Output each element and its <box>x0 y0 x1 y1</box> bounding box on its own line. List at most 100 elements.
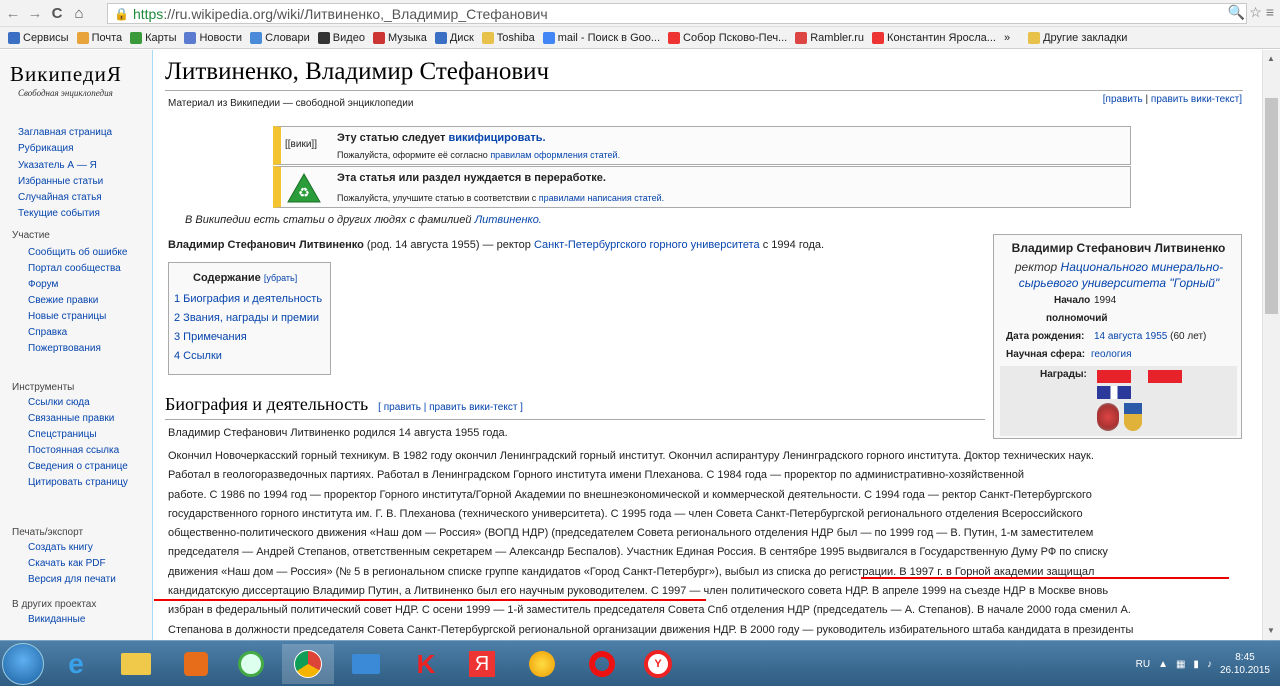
award-ribbon-icon[interactable] <box>1148 370 1182 383</box>
medal-icon[interactable] <box>1097 403 1119 431</box>
bookmark-item[interactable]: » <box>1004 32 1010 44</box>
bookmark-item[interactable]: Другие закладки <box>1028 31 1127 44</box>
clock[interactable]: 8:45 26.10.2015 <box>1220 651 1270 677</box>
sidebar-link[interactable]: Версия для печати <box>28 574 116 585</box>
kaspersky-icon[interactable]: K <box>400 644 452 684</box>
sidebar-link[interactable]: Пожертвования <box>28 343 101 354</box>
sidebar-link[interactable]: Форум <box>28 279 58 290</box>
toc-item[interactable]: 3 Примечания <box>174 331 247 343</box>
bookmark-item[interactable]: Константин Яросла... <box>872 31 996 44</box>
sidebar-link[interactable]: Цитировать страницу <box>28 477 128 488</box>
page-title: Литвиненко, Владимир Стефанович <box>165 58 550 85</box>
explorer-icon[interactable] <box>110 644 162 684</box>
zoom-icon[interactable]: 🔍 <box>1228 4 1245 21</box>
bookmark-label: Сервисы <box>23 31 69 44</box>
app-icon[interactable] <box>516 644 568 684</box>
bookmark-item[interactable]: Диск <box>434 31 474 44</box>
toc-title-text: Содержание <box>193 272 261 284</box>
bookmark-item[interactable]: Словари <box>250 31 310 44</box>
edit-wikitext-link[interactable]: править вики-текст] <box>1151 94 1242 105</box>
wiki-page: ВикипедиЯ Свободная энциклопедия Заглавн… <box>0 50 1262 640</box>
start-button[interactable] <box>2 643 44 685</box>
network-icon[interactable]: ▮ <box>1193 659 1199 670</box>
sidebar-link[interactable]: Случайная статья <box>18 192 102 203</box>
award-ribbon-icon[interactable] <box>1097 386 1131 399</box>
bookmark-item[interactable]: Собор Псково-Печ... <box>668 31 787 44</box>
home-icon[interactable]: ⌂ <box>70 4 88 22</box>
bookmark-item[interactable]: mail - Поиск в Goo... <box>542 31 660 44</box>
volume-icon[interactable]: ♪ <box>1207 659 1212 670</box>
sidebar-link[interactable]: Связанные правки <box>28 413 114 424</box>
sidebar-link[interactable]: Рубрикация <box>18 143 74 154</box>
wiki-logo[interactable]: ВикипедиЯ <box>10 62 122 87</box>
sidebar-link[interactable]: Указатель А — Я <box>18 160 97 171</box>
sidebar-link[interactable]: Свежие правки <box>28 295 98 306</box>
star-icon[interactable]: ☆ <box>1249 4 1262 21</box>
sidebar-link[interactable]: Викиданные <box>28 614 85 625</box>
sidebar-link[interactable]: Сообщить об ошибке <box>28 247 127 258</box>
sidebar: ВикипедиЯ Свободная энциклопедия Заглавн… <box>0 50 152 640</box>
section-edit-link[interactable]: [ править | править вики-текст ] <box>378 402 523 413</box>
page-scrollbar[interactable]: ▲ ▼ <box>1262 50 1280 640</box>
sidebar-link[interactable]: Портал сообщества <box>28 263 121 274</box>
edit-link[interactable]: [править <box>1103 94 1143 105</box>
bookmark-item[interactable]: Карты <box>130 31 176 44</box>
birthdate-link[interactable]: 14 августа 1955 <box>1094 331 1167 342</box>
tray-expand-icon[interactable]: ▲ <box>1158 659 1168 670</box>
toc-item[interactable]: 1 Биография и деятельность <box>174 293 322 305</box>
app-icon[interactable] <box>225 644 277 684</box>
sidebar-link[interactable]: Ссылки сюда <box>28 397 90 408</box>
sidebar-link[interactable]: Постоянная ссылка <box>28 445 119 456</box>
style-rules-link[interactable]: правилам оформления статей. <box>490 150 620 160</box>
bookmark-item[interactable]: Сервисы <box>8 31 69 44</box>
sidebar-link[interactable]: Скачать как PDF <box>28 558 106 569</box>
ie-icon[interactable]: e <box>50 644 102 684</box>
reload-icon[interactable]: C <box>48 4 66 22</box>
bookmark-label: Константин Яросла... <box>887 31 996 44</box>
infobox-value: геология <box>1091 349 1132 360</box>
bookmark-item[interactable]: Музыка <box>372 31 427 44</box>
bookmark-item[interactable]: Rambler.ru <box>795 31 864 44</box>
chrome-icon[interactable] <box>282 644 334 684</box>
language-indicator[interactable]: RU <box>1136 659 1150 670</box>
scroll-thumb[interactable] <box>1265 98 1278 314</box>
toc-item[interactable]: 4 Ссылки <box>174 350 222 362</box>
bookmark-item[interactable]: Видео <box>317 31 365 44</box>
scroll-up-icon[interactable]: ▲ <box>1267 54 1275 63</box>
hatnote-link[interactable]: Литвиненко. <box>475 214 542 226</box>
toc-hide-link[interactable]: [убрать] <box>264 273 297 283</box>
science-link[interactable]: геология <box>1091 349 1132 360</box>
sidebar-link[interactable]: Новые страницы <box>28 311 106 322</box>
opera-icon[interactable] <box>576 644 628 684</box>
sidebar-link[interactable]: Справка <box>28 327 67 338</box>
toc-item[interactable]: 2 Звания, награды и премии <box>174 312 319 324</box>
medal-icon[interactable] <box>1124 403 1142 431</box>
forward-icon[interactable]: → <box>26 4 44 22</box>
yandex-browser-icon[interactable]: Я <box>456 644 508 684</box>
bookmark-item[interactable]: Почта <box>76 31 122 44</box>
bookmark-item[interactable]: Toshiba <box>481 31 535 44</box>
yandex-icon[interactable]: Y <box>632 644 684 684</box>
paragraph: Владимир Стефанович Литвиненко родился 1… <box>168 427 508 439</box>
media-player-icon[interactable] <box>170 644 222 684</box>
sidebar-item: Новые страницы <box>28 309 128 325</box>
sidebar-link[interactable]: Спецстраницы <box>28 429 97 440</box>
sidebar-link[interactable]: Заглавная страница <box>18 127 112 138</box>
scroll-down-icon[interactable]: ▼ <box>1267 626 1275 635</box>
address-bar[interactable]: 🔒 https://ru.wikipedia.org/wiki/Литвинен… <box>107 3 1247 24</box>
sidebar-link[interactable]: Избранные статьи <box>18 176 103 187</box>
back-icon[interactable]: ← <box>4 4 22 22</box>
sidebar-link[interactable]: Текущие события <box>18 208 100 219</box>
menu-icon[interactable]: ≡ <box>1266 4 1274 21</box>
article-content: Литвиненко, Владимир Стефанович Материал… <box>152 50 1262 640</box>
bookmark-item[interactable]: Новости <box>184 31 242 44</box>
bookmark-icon <box>795 31 808 44</box>
university-link[interactable]: Санкт-Петербургского горного университет… <box>534 239 760 251</box>
sidebar-link[interactable]: Сведения о странице <box>28 461 128 472</box>
writing-rules-link[interactable]: правилами написания статей. <box>539 193 664 203</box>
tray-app-icon[interactable]: ▦ <box>1176 659 1185 670</box>
wikify-link[interactable]: викифицировать. <box>448 132 545 144</box>
sidebar-link[interactable]: Создать книгу <box>28 542 93 553</box>
mail-icon[interactable] <box>340 644 392 684</box>
award-ribbon-icon[interactable] <box>1097 370 1131 383</box>
